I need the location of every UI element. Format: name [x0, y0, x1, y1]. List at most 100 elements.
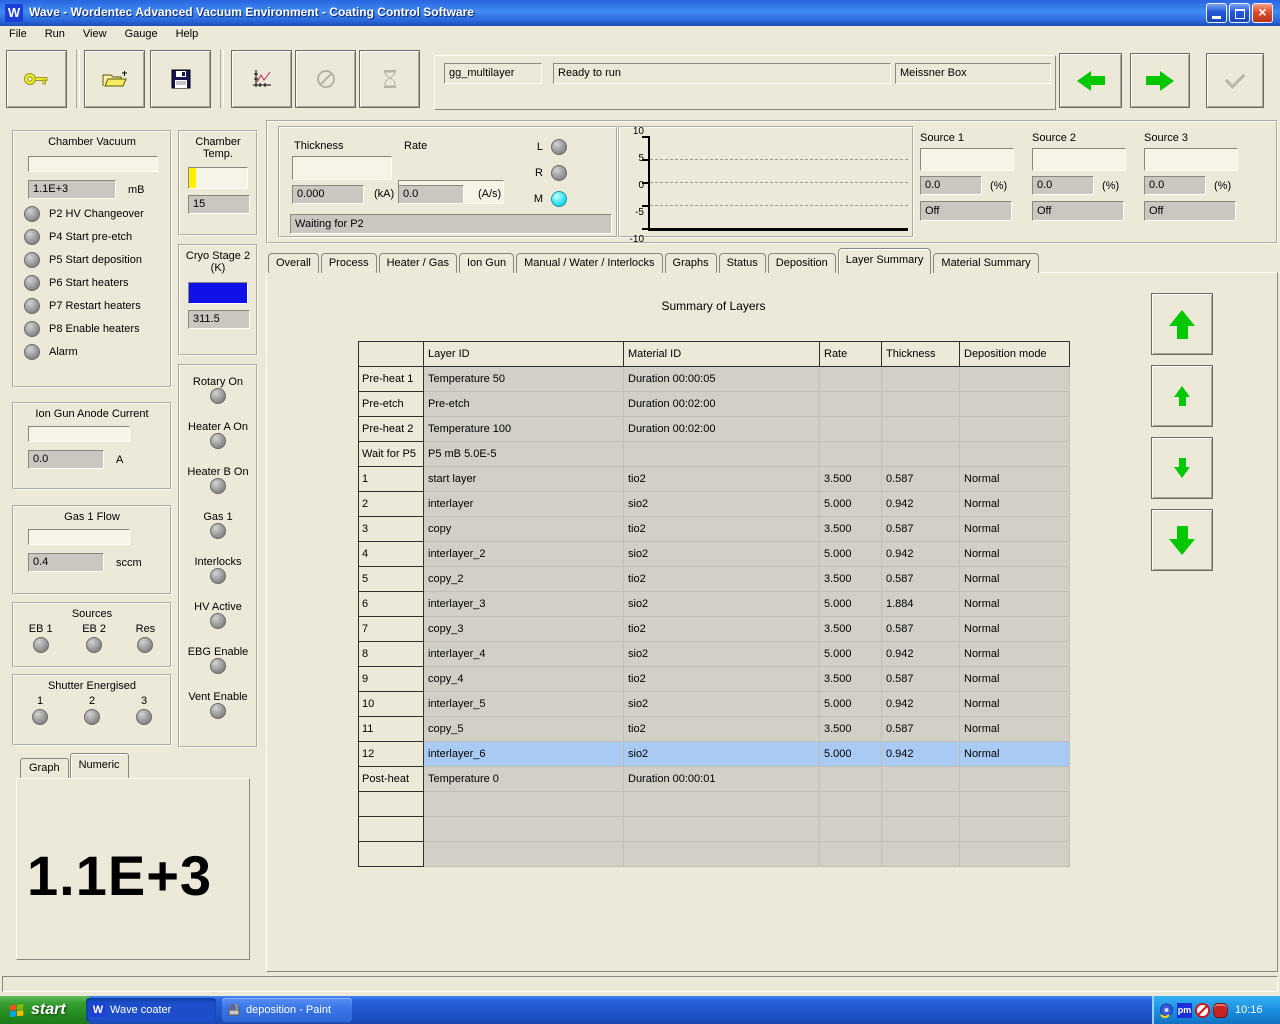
layer-row[interactable]: 4interlayer_2sio25.0000.942Normal: [359, 542, 1070, 567]
hourglass-button[interactable]: [359, 50, 420, 108]
run-key-button[interactable]: [6, 50, 67, 108]
open-button[interactable]: [84, 50, 145, 108]
stop-button[interactable]: [295, 50, 356, 108]
layer-row[interactable]: 5copy_2tio23.5000.587Normal: [359, 567, 1070, 592]
layer-table-body: Layer IDMaterial IDRateThicknessDepositi…: [359, 342, 1070, 867]
layer-row-header: 8: [359, 642, 424, 667]
tab-process[interactable]: Process: [321, 253, 377, 273]
status-led: [210, 703, 226, 719]
tab-graphs[interactable]: Graphs: [665, 253, 717, 273]
readout-tabs: GraphNumeric: [20, 754, 130, 778]
task-button-wave-coater[interactable]: WWave coater: [86, 998, 216, 1022]
source-state: Off: [920, 201, 1012, 221]
box-field[interactable]: Meissner Box: [895, 63, 1051, 84]
layer-cell-material-id: Duration 00:00:01: [624, 767, 820, 792]
close-button[interactable]: ×: [1252, 3, 1273, 23]
tray-antivirus-icon[interactable]: [1195, 1003, 1210, 1018]
layer-row[interactable]: 11copy_5tio23.5000.587Normal: [359, 717, 1070, 742]
ion-gun-title: Ion Gun Anode Current: [14, 404, 170, 420]
tray-database-icon[interactable]: [1213, 1003, 1228, 1018]
stop-icon: [316, 69, 336, 89]
restore-button[interactable]: [1229, 3, 1250, 23]
layer-row[interactable]: [359, 817, 1070, 842]
move-up-button[interactable]: [1151, 365, 1213, 427]
recipe-field[interactable]: gg_multilayer: [444, 63, 542, 84]
minimize-button[interactable]: [1206, 3, 1227, 23]
move-bottom-button[interactable]: [1151, 509, 1213, 571]
source-led: [33, 637, 49, 653]
tab-status[interactable]: Status: [719, 253, 766, 273]
tab-layer-summary[interactable]: Layer Summary: [838, 248, 932, 274]
tab-material-summary[interactable]: Material Summary: [933, 253, 1038, 273]
shutter-led: [32, 709, 48, 725]
move-down-button[interactable]: [1151, 437, 1213, 499]
tab-overall[interactable]: Overall: [268, 253, 319, 273]
layer-row[interactable]: [359, 792, 1070, 817]
status-led-label: Rotary On: [193, 376, 243, 388]
layer-row-header: Wait for P5: [359, 442, 424, 467]
layer-cell-thickness: 0.942: [882, 492, 960, 517]
tab-heater-gas[interactable]: Heater / Gas: [379, 253, 457, 273]
layer-row[interactable]: 6interlayer_3sio25.0001.884Normal: [359, 592, 1070, 617]
step-led: [24, 344, 40, 360]
readout-tab-numeric[interactable]: Numeric: [70, 753, 129, 778]
tab-ion-gun[interactable]: Ion Gun: [459, 253, 514, 273]
menu-item-help[interactable]: Help: [167, 26, 208, 42]
menu-item-view[interactable]: View: [74, 26, 116, 42]
layer-row[interactable]: 2interlayersio25.0000.942Normal: [359, 492, 1070, 517]
source-led: [86, 637, 102, 653]
status-led-label: HV Active: [194, 601, 242, 613]
previous-button[interactable]: [1059, 53, 1122, 108]
move-top-button[interactable]: [1151, 293, 1213, 355]
layer-row[interactable]: Post-heatTemperature 0Duration 00:00:01: [359, 767, 1070, 792]
layer-row[interactable]: 1start layertio23.5000.587Normal: [359, 467, 1070, 492]
tray-pm-icon[interactable]: pm: [1177, 1003, 1192, 1018]
task-button-deposition-paint[interactable]: deposition - Paint: [222, 998, 352, 1022]
y-tick-mark: [642, 228, 649, 230]
layer-row-header: 4: [359, 542, 424, 567]
layer-cell-mode: Normal: [960, 492, 1070, 517]
task-label: Wave coater: [110, 1004, 171, 1016]
menu-item-file[interactable]: File: [0, 26, 36, 42]
layer-cell-thickness: 0.942: [882, 542, 960, 567]
save-button[interactable]: [150, 50, 211, 108]
layer-row[interactable]: 12interlayer_6sio25.0000.942Normal: [359, 742, 1070, 767]
layer-row[interactable]: Pre-heat 2Temperature 100Duration 00:02:…: [359, 417, 1070, 442]
start-button[interactable]: start: [0, 996, 97, 1024]
right-arrow-icon: [1146, 71, 1174, 91]
confirm-button[interactable]: [1206, 53, 1264, 108]
chart-button[interactable]: [231, 50, 292, 108]
status-strip: [2, 976, 1278, 992]
tab-manual-water-interlocks[interactable]: Manual / Water / Interlocks: [516, 253, 662, 273]
run-status-field[interactable]: Ready to run: [553, 63, 891, 84]
layer-cell-rate: [820, 442, 882, 467]
y-tick-label: 10: [622, 126, 644, 137]
layer-cell-material-id: sio2: [624, 742, 820, 767]
gridline: [650, 205, 908, 206]
chamber-vacuum-value: 1.1E+3: [28, 180, 116, 199]
layer-cell-rate: 5.000: [820, 592, 882, 617]
source-panel-1: Source 10.0(%)Off: [920, 132, 1020, 232]
menu-item-run[interactable]: Run: [36, 26, 74, 42]
vacuum-step-row-p6-start-heaters: P6 Start heaters: [24, 275, 170, 291]
layer-cell-material-id: sio2: [624, 642, 820, 667]
tray-network-icon[interactable]: [1159, 1003, 1174, 1018]
layer-row[interactable]: Pre-heat 1Temperature 50Duration 00:00:0…: [359, 367, 1070, 392]
layer-cell-layer-id: start layer: [424, 467, 624, 492]
readout-tab-graph[interactable]: Graph: [20, 758, 69, 778]
step-led-label: P4 Start pre-etch: [49, 231, 132, 243]
layer-row[interactable]: [359, 842, 1070, 867]
tab-deposition[interactable]: Deposition: [768, 253, 836, 273]
layer-row[interactable]: 9copy_4tio23.5000.587Normal: [359, 667, 1070, 692]
gauges-strip: Thickness 0.000 (kA) Rate 0.0 (A/s) LRM …: [266, 120, 1278, 244]
layer-row[interactable]: 8interlayer_4sio25.0000.942Normal: [359, 642, 1070, 667]
menu-item-gauge[interactable]: Gauge: [116, 26, 167, 42]
layer-row[interactable]: 10interlayer_5sio25.0000.942Normal: [359, 692, 1070, 717]
layer-row[interactable]: Pre-etchPre-etchDuration 00:02:00: [359, 392, 1070, 417]
layer-row[interactable]: Wait for P5P5 mB 5.0E-5: [359, 442, 1070, 467]
start-label: start: [31, 1001, 66, 1019]
layer-row[interactable]: 7copy_3tio23.5000.587Normal: [359, 617, 1070, 642]
layer-row[interactable]: 3copytio23.5000.587Normal: [359, 517, 1070, 542]
next-button[interactable]: [1130, 53, 1190, 108]
layer-cell-mode: [960, 817, 1070, 842]
